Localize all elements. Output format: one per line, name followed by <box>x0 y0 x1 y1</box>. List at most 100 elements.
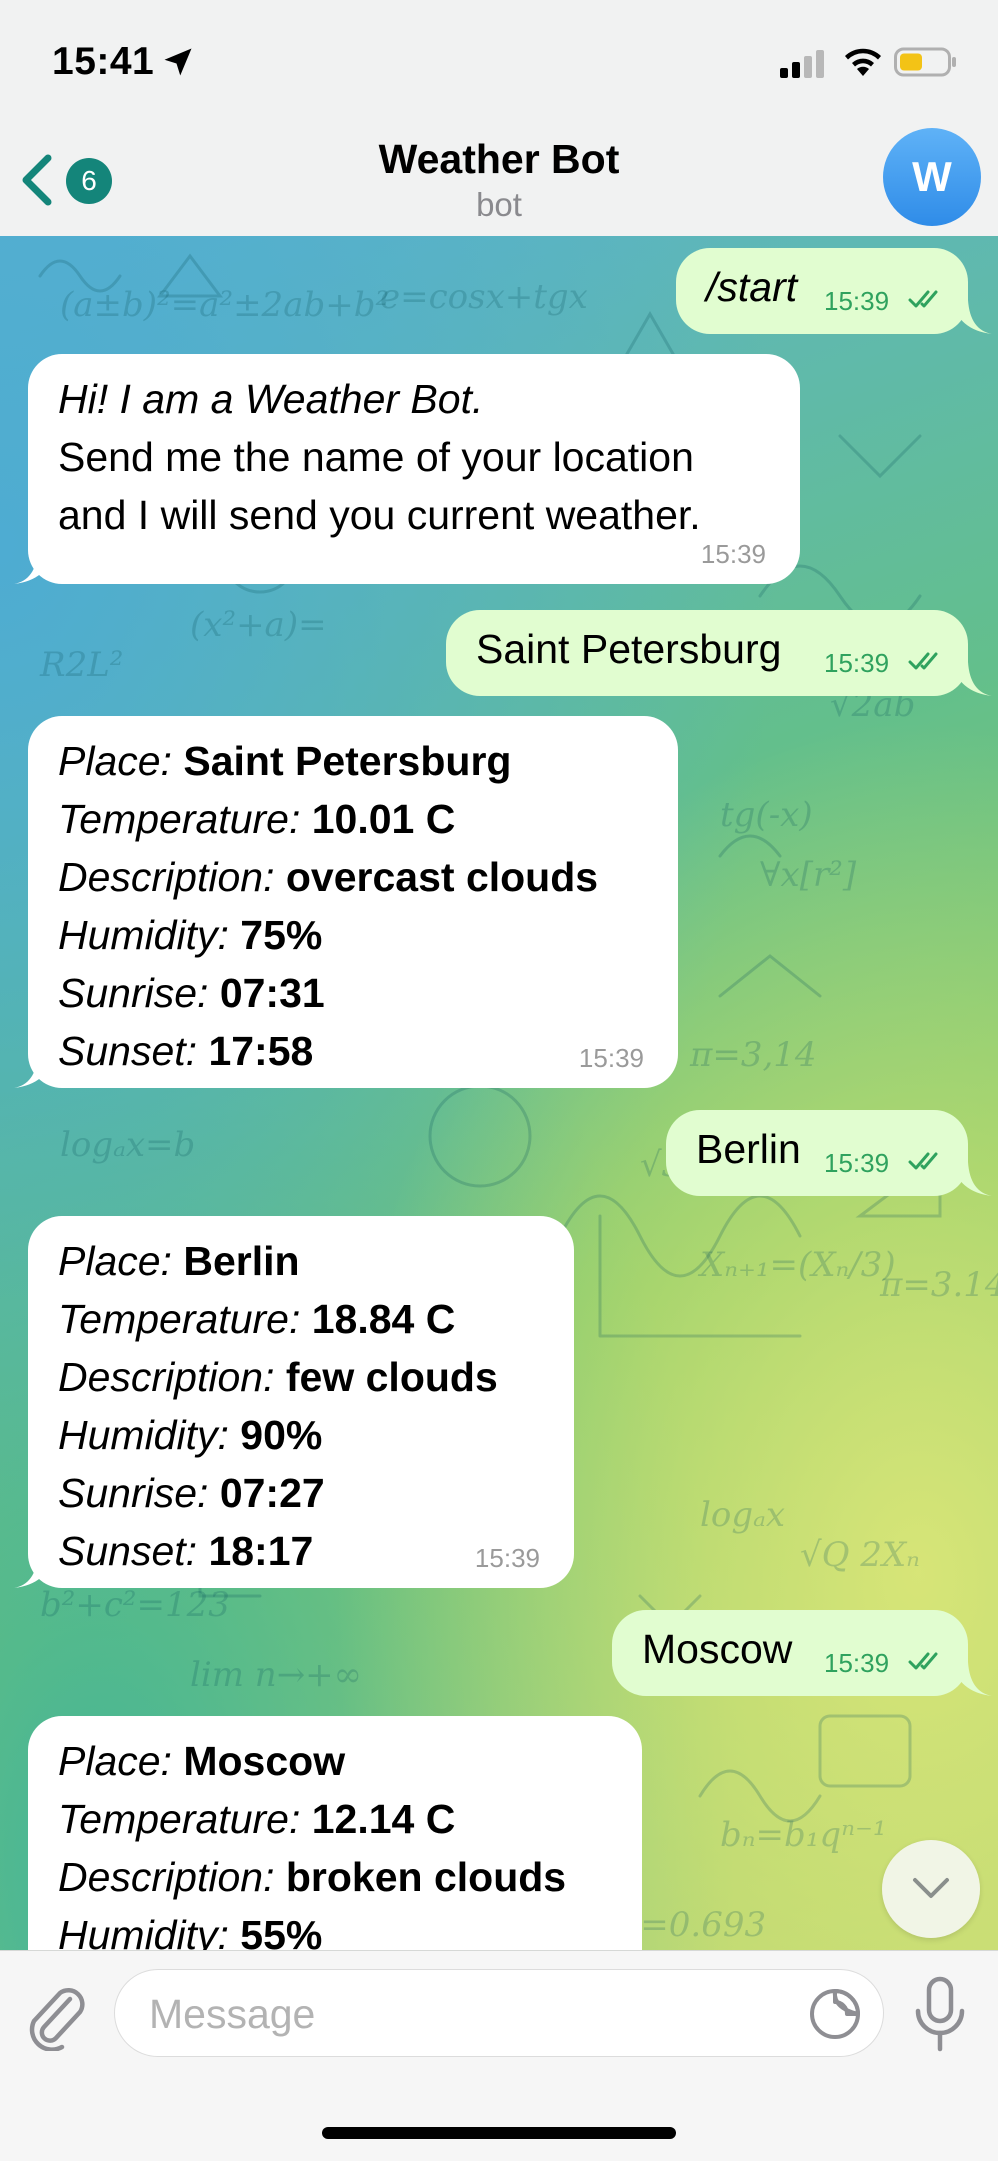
incoming-message[interactable]: Hi! I am a Weather Bot. Send me the name… <box>28 354 800 584</box>
bubble-tail <box>14 1554 54 1588</box>
svg-text:lim n→+∞: lim n→+∞ <box>190 1655 362 1695</box>
svg-text:e=cosx+tgx: e=cosx+tgx <box>380 277 588 317</box>
weather-report-message[interactable]: Place: Saint Petersburg Temperature: 10.… <box>28 716 678 1088</box>
field-label: Humidity: <box>58 1912 229 1950</box>
message-composer <box>0 1950 998 2161</box>
message-time: 15:39 <box>578 1043 644 1073</box>
bubble-tail <box>952 1662 992 1696</box>
svg-text:logₐx: logₐx <box>700 1495 785 1535</box>
field-value: 18.84 C <box>311 1296 456 1342</box>
field-value: few clouds <box>285 1354 498 1400</box>
message-time: 15:39 <box>700 539 766 569</box>
field-label: Humidity: <box>58 1412 229 1458</box>
field-value: 90% <box>240 1412 323 1458</box>
outgoing-message[interactable]: Moscow 15:39 <box>612 1610 968 1696</box>
status-bar: 15:41 <box>0 0 998 128</box>
chat-messages-area[interactable]: (a±b)²=a²±2ab+b² e=cosx+tgx R2L² (x²+a)=… <box>0 236 998 1950</box>
message-text: Moscow <box>642 1626 793 1672</box>
outgoing-message[interactable]: /start 15:39 <box>676 248 968 334</box>
svg-text:bₙ=b₁qⁿ⁻¹: bₙ=b₁qⁿ⁻¹ <box>720 1815 887 1855</box>
field-label: Description: <box>58 1854 275 1900</box>
message-time: 15:39 <box>824 1648 890 1678</box>
svg-text:Xₙ₊₁=(Xₙ/3): Xₙ₊₁=(Xₙ/3) <box>697 1245 896 1285</box>
battery-icon <box>894 47 956 77</box>
weather-report-message[interactable]: Place: Berlin Temperature: 18.84 C Descr… <box>28 1216 574 1588</box>
field-value: 55% <box>240 1912 323 1950</box>
svg-text:tg(-x): tg(-x) <box>720 795 813 835</box>
status-time: 15:41 <box>52 40 155 83</box>
weather-place-row: Place: Moscow <box>58 1732 612 1790</box>
weather-sunrise-row: Sunrise: 07:27 <box>58 1464 544 1522</box>
svg-text:∀x[r²]: ∀x[r²] <box>760 855 857 895</box>
weather-description-row: Description: broken clouds <box>58 1848 612 1906</box>
greeting-line: Send me the name of your location <box>58 434 694 480</box>
outgoing-message[interactable]: Saint Petersburg 15:39 <box>446 610 968 696</box>
outgoing-message[interactable]: Berlin 15:39 <box>666 1110 968 1196</box>
weather-report-message[interactable]: Place: Moscow Temperature: 12.14 C Descr… <box>28 1716 642 1950</box>
weather-description-row: Description: few clouds <box>58 1348 544 1406</box>
svg-text:√Q 2Xₙ: √Q 2Xₙ <box>800 1535 920 1575</box>
svg-text:logₐx=b: logₐx=b <box>60 1125 195 1165</box>
weather-sunrise-row: Sunrise: 07:31 <box>58 964 648 1022</box>
message-input-field[interactable] <box>114 1969 884 2058</box>
bubble-tail <box>14 1054 54 1088</box>
paperclip-icon[interactable] <box>24 1981 88 2051</box>
weather-description-row: Description: overcast clouds <box>58 848 648 906</box>
scroll-to-bottom-button[interactable] <box>882 1840 980 1938</box>
field-label: Humidity: <box>58 912 229 958</box>
message-text: /start <box>706 264 798 310</box>
message-text: Saint Petersburg <box>476 626 782 672</box>
weather-sunset-row: Sunset: 17:58 <box>58 1022 648 1080</box>
double-check-icon <box>908 290 938 308</box>
field-value: Saint Petersburg <box>183 738 512 784</box>
chat-header: 6 Weather Bot bot W <box>0 128 998 237</box>
field-value: 10.01 C <box>311 796 456 842</box>
svg-text:π=3.14: π=3.14 <box>879 1265 998 1305</box>
message-text: Berlin <box>696 1126 801 1172</box>
field-label: Description: <box>58 1354 275 1400</box>
field-label: Temperature: <box>58 796 301 842</box>
field-value: 07:31 <box>219 970 325 1016</box>
field-label: Description: <box>58 854 275 900</box>
svg-text:(x²+a)=: (x²+a)= <box>190 605 327 645</box>
greeting-line: and I will send you current weather. <box>58 492 701 538</box>
field-value: 75% <box>240 912 323 958</box>
weather-humidity-row: Humidity: 90% <box>58 1406 544 1464</box>
location-arrow-icon <box>164 48 192 76</box>
field-label: Sunrise: <box>58 970 209 1016</box>
field-label: Place: <box>58 1238 172 1284</box>
bubble-tail <box>952 662 992 696</box>
weather-place-row: Place: Saint Petersburg <box>58 732 648 790</box>
sticker-icon[interactable] <box>807 1986 863 2042</box>
field-label: Temperature: <box>58 1796 301 1842</box>
weather-place-row: Place: Berlin <box>58 1232 544 1290</box>
bot-avatar[interactable]: W <box>883 128 981 226</box>
double-check-icon <box>908 652 938 670</box>
field-value: broken clouds <box>285 1854 567 1900</box>
bubble-tail <box>952 1162 992 1196</box>
field-label: Place: <box>58 1738 172 1784</box>
message-time: 15:39 <box>824 648 890 678</box>
field-label: Sunset: <box>58 1528 198 1574</box>
weather-humidity-row: Humidity: 75% <box>58 906 648 964</box>
field-label: Place: <box>58 738 172 784</box>
weather-humidity-row: Humidity: 55% <box>58 1906 612 1950</box>
svg-text:π=3,14: π=3,14 <box>689 1035 817 1075</box>
message-time: 15:39 <box>474 1543 540 1573</box>
svg-text:(a±b)²=a²±2ab+b²: (a±b)²=a²±2ab+b² <box>60 285 389 325</box>
chat-title[interactable]: Weather Bot <box>0 136 998 183</box>
message-time: 15:39 <box>824 1148 890 1178</box>
weather-sunset-row: Sunset: 18:17 <box>58 1522 544 1580</box>
bubble-tail <box>952 300 992 334</box>
field-value: overcast clouds <box>285 854 599 900</box>
microphone-icon[interactable] <box>910 1975 970 2055</box>
field-value: Moscow <box>183 1738 346 1784</box>
home-indicator <box>322 2127 676 2139</box>
chat-subtitle: bot <box>476 186 522 223</box>
field-label: Sunrise: <box>58 1470 209 1516</box>
field-value: Berlin <box>183 1238 300 1284</box>
field-label: Temperature: <box>58 1296 301 1342</box>
bubble-tail <box>14 550 54 584</box>
message-input[interactable] <box>147 1970 791 2058</box>
field-value: 18:17 <box>208 1528 314 1574</box>
